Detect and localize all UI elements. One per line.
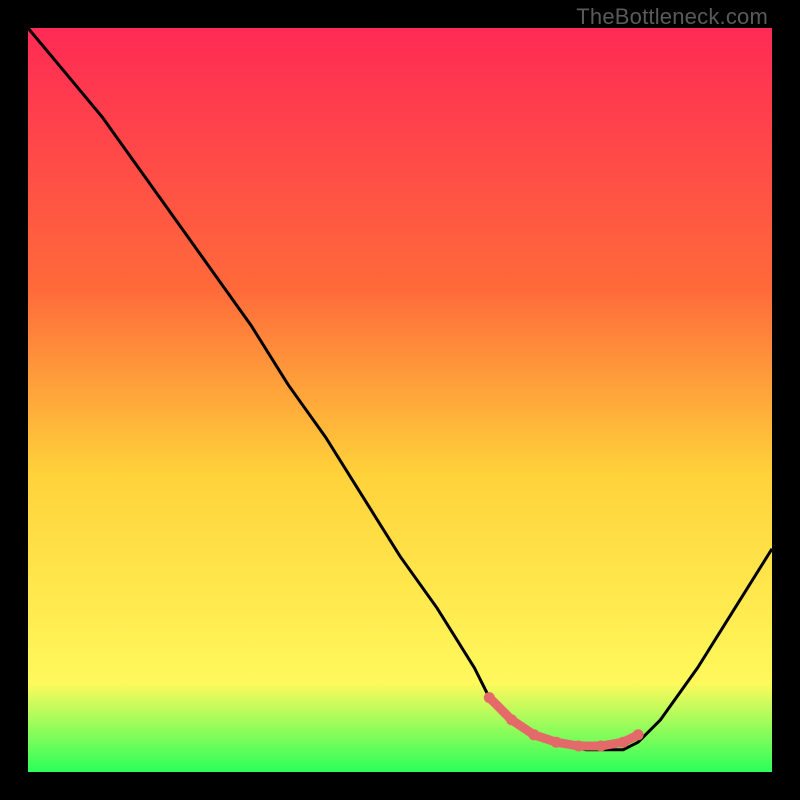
watermark-text: TheBottleneck.com [576,4,768,30]
marker-dot [484,692,495,703]
marker-dot [528,729,539,740]
marker-dot [573,741,584,752]
bottleneck-chart [28,28,772,772]
marker-dot [506,714,517,725]
marker-dot [551,737,562,748]
marker-dot [618,737,629,748]
marker-dot [633,729,644,740]
marker-dot [595,741,606,752]
chart-frame [28,28,772,772]
gradient-background [28,28,772,772]
